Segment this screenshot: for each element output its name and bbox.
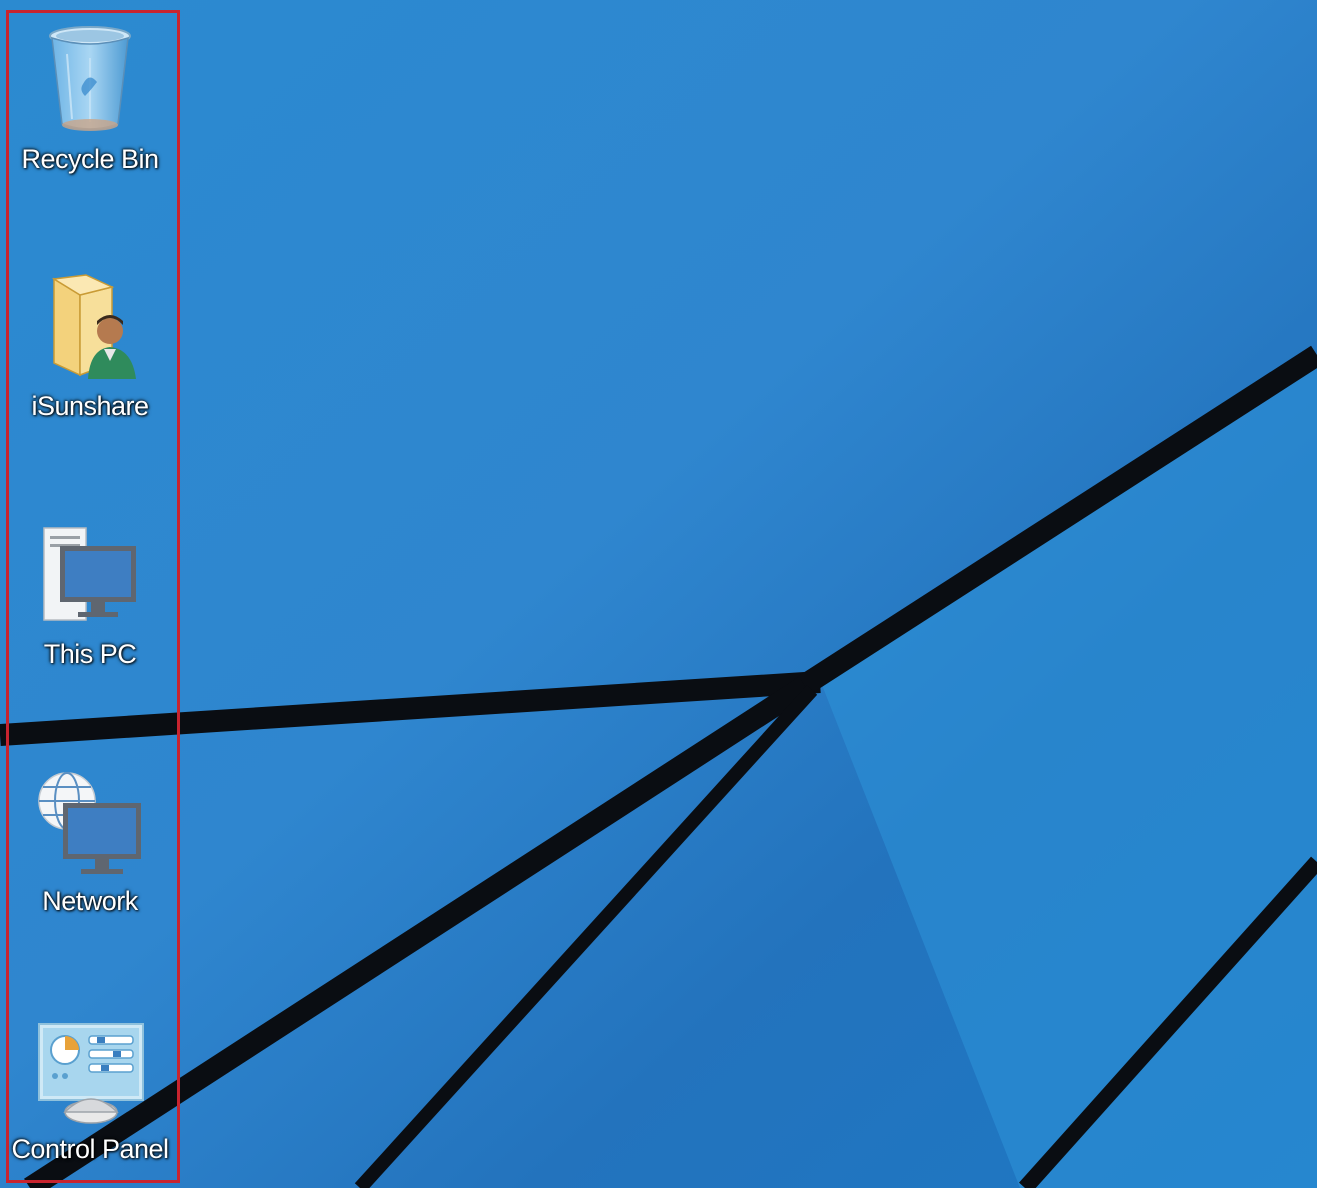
recycle-bin-icon bbox=[30, 20, 150, 140]
desktop-icon-label: Network bbox=[42, 886, 138, 916]
desktop-icon-control-panel[interactable]: Control Panel bbox=[10, 1010, 170, 1165]
network-icon bbox=[30, 762, 150, 882]
desktop-icon-isunshare[interactable]: iSunshare bbox=[10, 267, 170, 422]
desktop[interactable]: Recycle Bin iSunshare This PC Network Co… bbox=[0, 0, 1317, 1188]
desktop-icon-network[interactable]: Network bbox=[10, 762, 170, 917]
control-panel-icon bbox=[30, 1010, 150, 1130]
this-pc-icon bbox=[30, 515, 150, 635]
desktop-icon-label: Control Panel bbox=[11, 1134, 169, 1164]
desktop-icon-label: This PC bbox=[43, 639, 137, 669]
user-folder-icon bbox=[30, 267, 150, 387]
wallpaper bbox=[0, 0, 1317, 1188]
desktop-icon-label: Recycle Bin bbox=[21, 144, 159, 174]
desktop-icon-this-pc[interactable]: This PC bbox=[10, 515, 170, 670]
desktop-icon-label: iSunshare bbox=[31, 391, 149, 421]
desktop-icon-recycle-bin[interactable]: Recycle Bin bbox=[10, 20, 170, 175]
